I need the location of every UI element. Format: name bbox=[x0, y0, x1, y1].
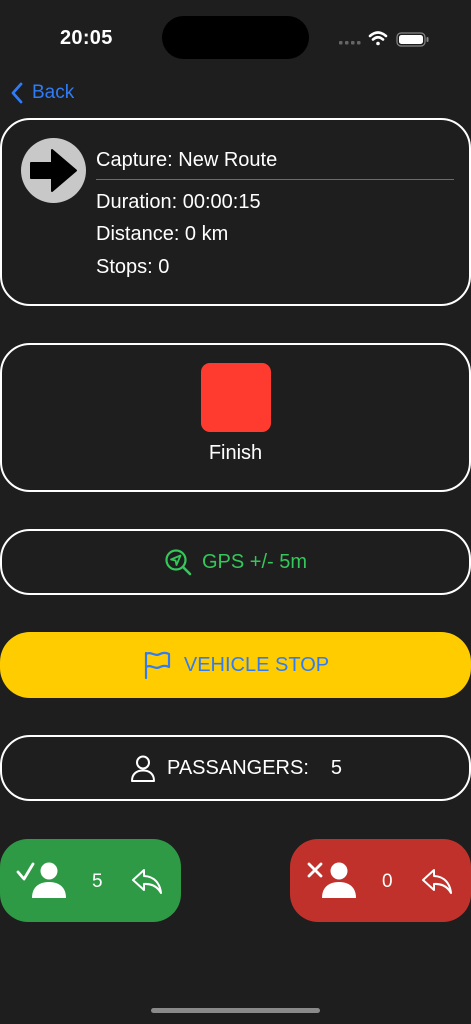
alighting-counter[interactable]: 0 bbox=[290, 839, 471, 922]
capture-title: Capture: New Route bbox=[96, 149, 278, 171]
cellular-signal-icon bbox=[339, 41, 361, 45]
route-icon-badge bbox=[21, 138, 86, 203]
battery-icon bbox=[396, 32, 429, 47]
duration-text: Duration: 00:00:15 bbox=[96, 191, 261, 213]
stops-text: Stops: 0 bbox=[96, 256, 170, 278]
vehicle-stop-button[interactable]: VEHICLE STOP bbox=[0, 632, 471, 698]
passengers-label: PASSANGERS: bbox=[166, 756, 309, 779]
passengers-count: 5 bbox=[330, 756, 343, 779]
stop-square-icon bbox=[201, 363, 271, 432]
vehicle-stop-label: VEHICLE STOP bbox=[183, 653, 330, 676]
divider bbox=[96, 179, 454, 180]
location-search-icon bbox=[165, 549, 192, 576]
undo-arrow-icon[interactable] bbox=[130, 866, 164, 896]
home-indicator[interactable] bbox=[151, 1008, 320, 1013]
person-check-icon bbox=[16, 862, 66, 898]
back-label: Back bbox=[32, 82, 75, 103]
flag-icon bbox=[144, 651, 170, 680]
passengers-panel: PASSANGERS: 5 bbox=[0, 735, 471, 801]
gps-label: GPS +/- 5m bbox=[201, 550, 308, 573]
status-time: 20:05 bbox=[60, 27, 113, 49]
status-icons bbox=[339, 31, 429, 47]
back-button[interactable]: Back bbox=[10, 78, 74, 108]
distance-text: Distance: 0 km bbox=[96, 223, 229, 245]
dynamic-island bbox=[162, 16, 309, 59]
boarding-count: 5 bbox=[92, 871, 103, 892]
status-bar: 20:05 bbox=[0, 0, 471, 76]
person-icon bbox=[130, 755, 155, 782]
finish-label: Finish bbox=[208, 442, 263, 464]
finish-button[interactable]: Finish bbox=[0, 343, 471, 492]
boarding-counter[interactable]: 5 bbox=[0, 839, 181, 922]
alighting-count: 0 bbox=[382, 871, 393, 892]
gps-accuracy-indicator: GPS +/- 5m bbox=[0, 529, 471, 595]
arrow-right-icon bbox=[30, 149, 77, 192]
wifi-icon bbox=[368, 31, 388, 46]
undo-arrow-icon[interactable] bbox=[420, 866, 454, 896]
chevron-left-icon bbox=[11, 82, 23, 104]
capture-info-card: Capture: New Route Duration: 00:00:15 Di… bbox=[0, 118, 471, 306]
person-x-icon bbox=[307, 862, 356, 898]
